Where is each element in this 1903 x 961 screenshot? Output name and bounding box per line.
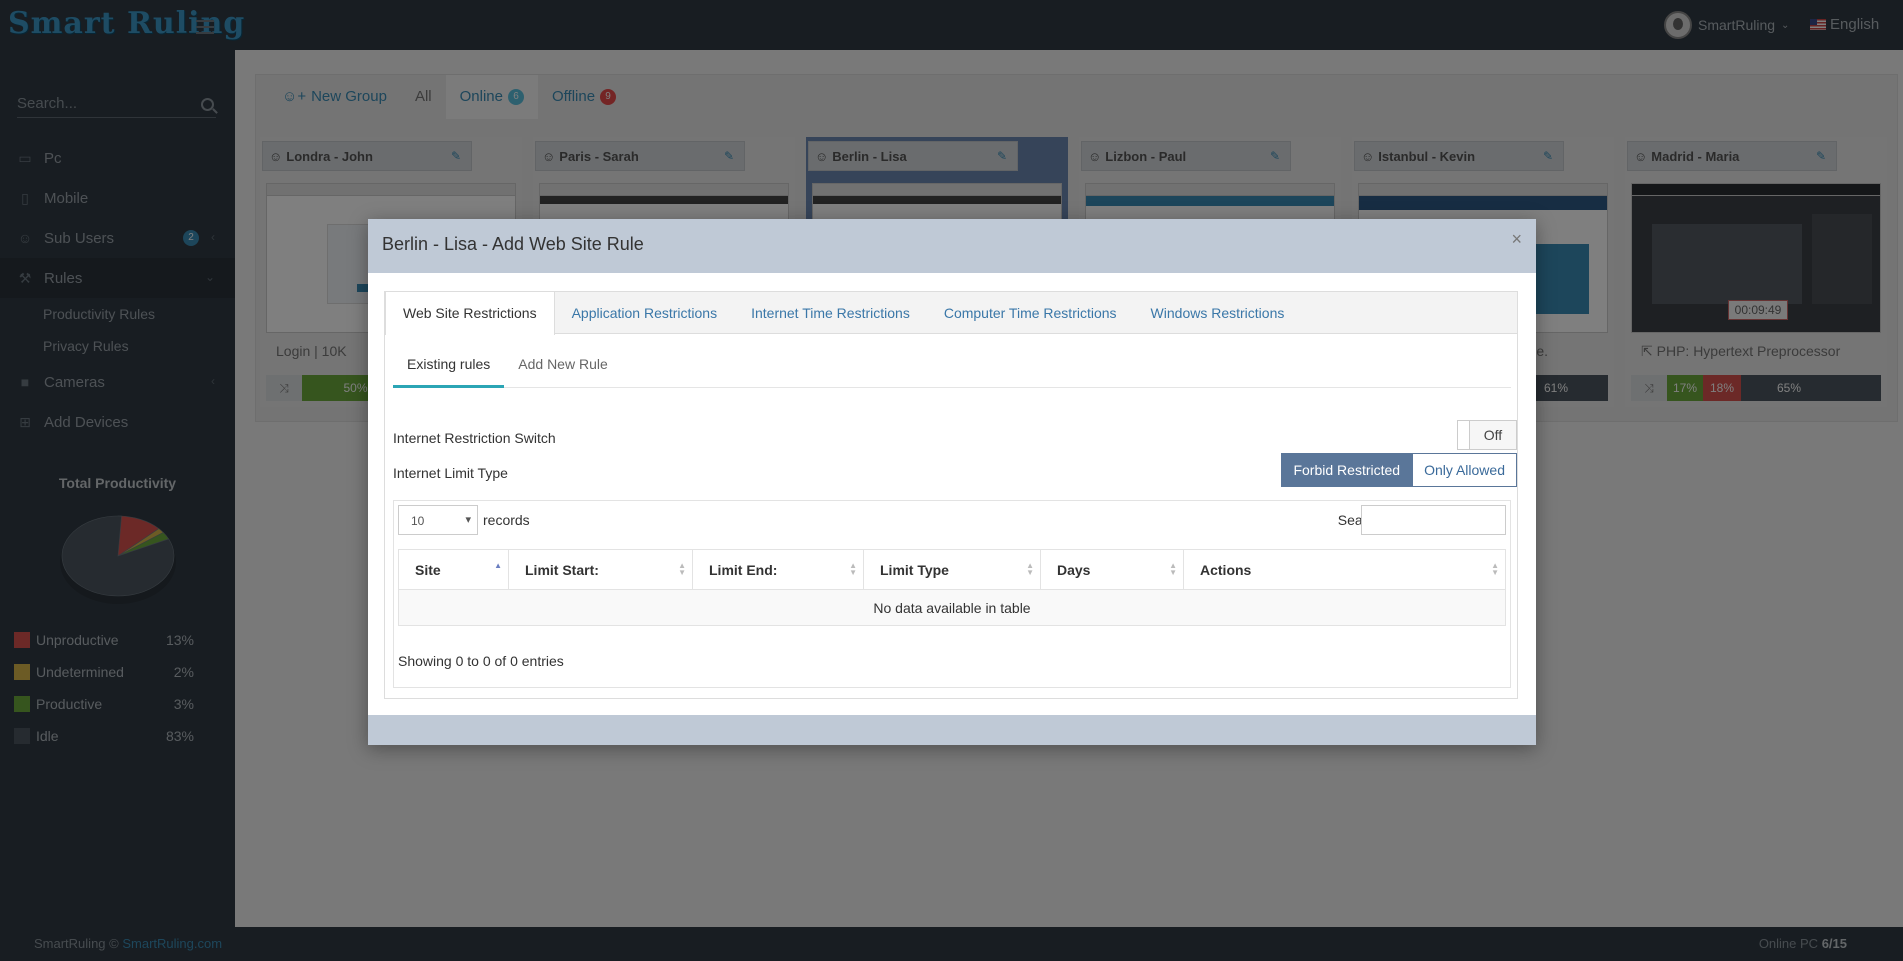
- column-site[interactable]: Site ▲: [398, 549, 509, 590]
- table-info: Showing 0 to 0 of 0 entries: [398, 653, 564, 669]
- tab-existing-rules[interactable]: Existing rules: [393, 354, 505, 388]
- table-header-row: Site ▲ Limit Start: ▲ ▼ Limit End: ▲ ▼ Limit …: [398, 549, 1506, 590]
- limit-type-selector: Forbid Restricted Only Allowed: [1281, 453, 1517, 487]
- sort-icon: ▲ ▼: [849, 561, 857, 577]
- tab-internet-time-restrictions[interactable]: Internet Time Restrictions: [734, 292, 927, 334]
- sort-icon: ▲ ▼: [1169, 561, 1177, 577]
- column-limit-start[interactable]: Limit Start: ▲ ▼: [508, 549, 693, 590]
- tab-add-new-rule[interactable]: Add New Rule: [504, 354, 622, 388]
- modal-title: Berlin - Lisa - Add Web Site Rule: [382, 234, 644, 254]
- tab-windows-restrictions[interactable]: Windows Restrictions: [1134, 292, 1302, 334]
- column-label: Actions: [1200, 561, 1252, 578]
- restriction-panel: Web Site Restrictions Application Restri…: [384, 291, 1518, 699]
- modal-header: Berlin - Lisa - Add Web Site Rule ×: [368, 219, 1536, 273]
- sort-icon: ▲ ▼: [678, 561, 686, 577]
- table-row: No data available in table: [398, 589, 1506, 626]
- empty-table-message: No data available in table: [398, 589, 1506, 626]
- tab-application-restrictions[interactable]: Application Restrictions: [555, 292, 735, 334]
- toggle-state: Off: [1483, 427, 1503, 443]
- forbid-restricted-button[interactable]: Forbid Restricted: [1281, 453, 1413, 487]
- column-label: Site: [415, 561, 441, 578]
- column-limit-type[interactable]: Limit Type ▲ ▼: [863, 549, 1041, 590]
- close-icon[interactable]: ×: [1511, 229, 1522, 250]
- rule-tabs: Existing rules Add New Rule: [393, 354, 1511, 388]
- tab-web-site-restrictions[interactable]: Web Site Restrictions: [385, 292, 555, 335]
- sort-asc-icon: ▲: [494, 561, 502, 570]
- column-label: Limit Start:: [525, 561, 599, 578]
- rules-table-panel: 10 records Search: Site▲ Limit Start:▲▼ …: [393, 500, 1511, 688]
- page-length-select[interactable]: 10: [398, 505, 478, 535]
- column-label: Limit Type: [880, 561, 949, 578]
- column-label: Days: [1057, 561, 1091, 578]
- table-search-input[interactable]: [1361, 505, 1506, 535]
- rules-table: Site ▲ Limit Start: ▲ ▼ Limit End: ▲ ▼ Limit …: [398, 549, 1506, 626]
- toggle-knob: [1458, 421, 1470, 449]
- sort-icon: ▲ ▼: [1026, 561, 1034, 577]
- column-actions[interactable]: Actions ▲ ▼: [1183, 549, 1506, 590]
- column-limit-end[interactable]: Limit End: ▲ ▼: [692, 549, 864, 590]
- column-days[interactable]: Days ▲ ▼: [1040, 549, 1184, 590]
- records-label: records: [483, 512, 530, 528]
- only-allowed-button[interactable]: Only Allowed: [1412, 453, 1517, 487]
- add-web-site-rule-modal: Berlin - Lisa - Add Web Site Rule × Web …: [368, 219, 1536, 745]
- internet-restriction-toggle[interactable]: Off: [1457, 420, 1517, 450]
- internet-limit-type-label: Internet Limit Type: [393, 465, 508, 481]
- internet-restriction-switch-label: Internet Restriction Switch: [393, 430, 556, 446]
- modal-footer: [368, 715, 1536, 745]
- tab-computer-time-restrictions[interactable]: Computer Time Restrictions: [927, 292, 1134, 334]
- sort-icon: ▲ ▼: [1491, 561, 1499, 577]
- column-label: Limit End:: [709, 561, 778, 578]
- restriction-tabs: Web Site Restrictions Application Restri…: [385, 292, 1517, 335]
